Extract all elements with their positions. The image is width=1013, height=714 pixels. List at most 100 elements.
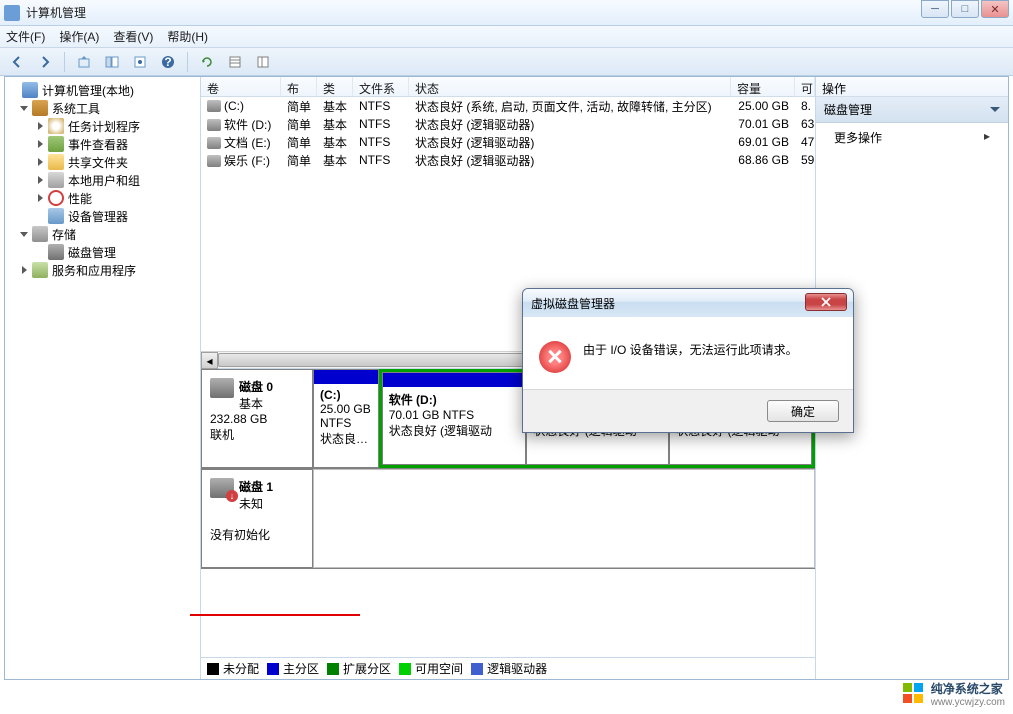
dialog-ok-button[interactable]: 确定 <box>767 400 839 422</box>
chevron-up-icon <box>990 107 1000 112</box>
partition-header <box>314 370 378 384</box>
actions-section[interactable]: 磁盘管理 <box>816 97 1008 123</box>
tree-systools[interactable]: 系统工具 <box>5 99 200 117</box>
volume-row[interactable]: 文档 (E:)简单基本NTFS状态良好 (逻辑驱动器)69.01 GB47 <box>201 133 815 151</box>
watermark-url: www.ycwjzy.com <box>931 697 1005 708</box>
volume-row[interactable]: 软件 (D:)简单基本NTFS状态良好 (逻辑驱动器)70.01 GB63 <box>201 115 815 133</box>
dialog-message: 由于 I/O 设备错误，无法运行此项请求。 <box>583 341 798 358</box>
volume-row[interactable]: (C:)简单基本NTFS状态良好 (系统, 启动, 页面文件, 活动, 故障转储… <box>201 97 815 115</box>
annotation-underline <box>190 614 360 616</box>
error-icon <box>539 341 571 373</box>
menubar: 文件(F) 操作(A) 查看(V) 帮助(H) <box>0 26 1013 48</box>
actions-more[interactable]: 更多操作▸ <box>816 123 1008 152</box>
volume-icon <box>207 137 221 149</box>
expand-icon[interactable] <box>35 157 46 168</box>
volume-icon <box>207 155 221 167</box>
partition-header <box>383 373 526 387</box>
error-dialog: 虚拟磁盘管理器 由于 I/O 设备错误，无法运行此项请求。 确定 <box>522 288 854 433</box>
window-buttons: ─ □ ✕ <box>921 0 1009 18</box>
list-view-button[interactable] <box>224 51 246 73</box>
workarea: 计算机管理(本地) 系统工具 任务计划程序 事件查看器 共享文件夹 本地用户和组… <box>4 76 1009 680</box>
tree-eventviewer[interactable]: 事件查看器 <box>5 135 200 153</box>
col-status[interactable]: 状态 <box>409 77 731 96</box>
refresh-button[interactable] <box>196 51 218 73</box>
watermark-logo <box>903 683 925 705</box>
watermark-text: 纯净系统之家 <box>931 682 1003 696</box>
computer-icon <box>22 82 38 98</box>
expand-icon[interactable] <box>19 265 30 276</box>
close-button[interactable]: ✕ <box>981 0 1009 18</box>
tree-services[interactable]: 服务和应用程序 <box>5 261 200 279</box>
unallocated-space[interactable] <box>313 469 815 568</box>
disk-icon <box>48 244 64 260</box>
detail-view-button[interactable] <box>252 51 274 73</box>
legend-logical: 逻辑驱动器 <box>471 660 547 677</box>
maximize-button[interactable]: □ <box>951 0 979 18</box>
tree-perf[interactable]: 性能 <box>5 189 200 207</box>
legend-primary: 主分区 <box>267 660 319 677</box>
menu-action[interactable]: 操作(A) <box>59 28 99 45</box>
partition-d[interactable]: 软件 (D:) 70.01 GB NTFS 状态良好 (逻辑驱动 <box>382 372 527 465</box>
tree-root[interactable]: 计算机管理(本地) <box>5 81 200 99</box>
disk-error-icon <box>210 478 234 498</box>
tree-scheduler[interactable]: 任务计划程序 <box>5 117 200 135</box>
dialog-close-button[interactable] <box>805 293 847 311</box>
tree-diskmgmt[interactable]: 磁盘管理 <box>5 243 200 261</box>
disk-0-info[interactable]: 磁盘 0 基本 232.88 GB 联机 <box>201 369 313 468</box>
tree-devmgr[interactable]: 设备管理器 <box>5 207 200 225</box>
col-layout[interactable]: 布局 <box>281 77 317 96</box>
disk-icon <box>210 378 234 398</box>
expand-icon[interactable] <box>35 175 46 186</box>
expand-icon[interactable] <box>19 103 30 114</box>
back-button[interactable] <box>6 51 28 73</box>
dialog-body: 由于 I/O 设备错误，无法运行此项请求。 <box>523 317 853 389</box>
show-hide-tree-button[interactable] <box>101 51 123 73</box>
col-free[interactable]: 可 <box>795 77 815 96</box>
expand-icon[interactable] <box>19 229 30 240</box>
disk-1-partitions <box>313 469 815 568</box>
separator <box>64 52 65 72</box>
col-type[interactable]: 类型 <box>317 77 353 96</box>
tree-shared[interactable]: 共享文件夹 <box>5 153 200 171</box>
dialog-footer: 确定 <box>523 389 853 432</box>
device-icon <box>48 208 64 224</box>
tree-users[interactable]: 本地用户和组 <box>5 171 200 189</box>
menu-file[interactable]: 文件(F) <box>6 28 45 45</box>
services-icon <box>32 262 48 278</box>
up-button[interactable] <box>73 51 95 73</box>
toolbar: ? <box>0 48 1013 76</box>
storage-icon <box>32 226 48 242</box>
help-button[interactable]: ? <box>157 51 179 73</box>
menu-help[interactable]: 帮助(H) <box>167 28 208 45</box>
dialog-titlebar[interactable]: 虚拟磁盘管理器 <box>523 289 853 317</box>
volume-row[interactable]: 娱乐 (F:)简单基本NTFS状态良好 (逻辑驱动器)68.86 GB59 <box>201 151 815 169</box>
col-capacity[interactable]: 容量 <box>731 77 795 96</box>
forward-button[interactable] <box>34 51 56 73</box>
legend-unallocated: 未分配 <box>207 660 259 677</box>
expand-icon[interactable] <box>35 193 46 204</box>
properties-button[interactable] <box>129 51 151 73</box>
tree-pane: 计算机管理(本地) 系统工具 任务计划程序 事件查看器 共享文件夹 本地用户和组… <box>5 77 201 679</box>
titlebar: 计算机管理 ─ □ ✕ <box>0 0 1013 26</box>
perf-icon <box>48 190 64 206</box>
col-fs[interactable]: 文件系统 <box>353 77 409 96</box>
volume-icon <box>207 119 221 131</box>
tree-storage[interactable]: 存储 <box>5 225 200 243</box>
separator <box>187 52 188 72</box>
clock-icon <box>48 118 64 134</box>
legend: 未分配 主分区 扩展分区 可用空间 逻辑驱动器 <box>201 657 815 679</box>
svg-text:?: ? <box>164 55 171 69</box>
legend-free: 可用空间 <box>399 660 463 677</box>
disk-1-info[interactable]: 磁盘 1 未知 没有初始化 <box>201 469 313 568</box>
partition-c[interactable]: (C:) 25.00 GB NTFS 状态良好 (系统, 启 <box>313 369 379 468</box>
minimize-button[interactable]: ─ <box>921 0 949 18</box>
menu-view[interactable]: 查看(V) <box>113 28 153 45</box>
scroll-thumb[interactable] <box>218 353 566 367</box>
expand-icon[interactable] <box>35 121 46 132</box>
disk-1-row[interactable]: 磁盘 1 未知 没有初始化 <box>201 469 815 569</box>
volume-header: 卷 布局 类型 文件系统 状态 容量 可 <box>201 77 815 97</box>
scroll-left-button[interactable]: ◂ <box>201 352 218 369</box>
volume-icon <box>207 100 221 112</box>
col-volume[interactable]: 卷 <box>201 77 281 96</box>
expand-icon[interactable] <box>35 139 46 150</box>
